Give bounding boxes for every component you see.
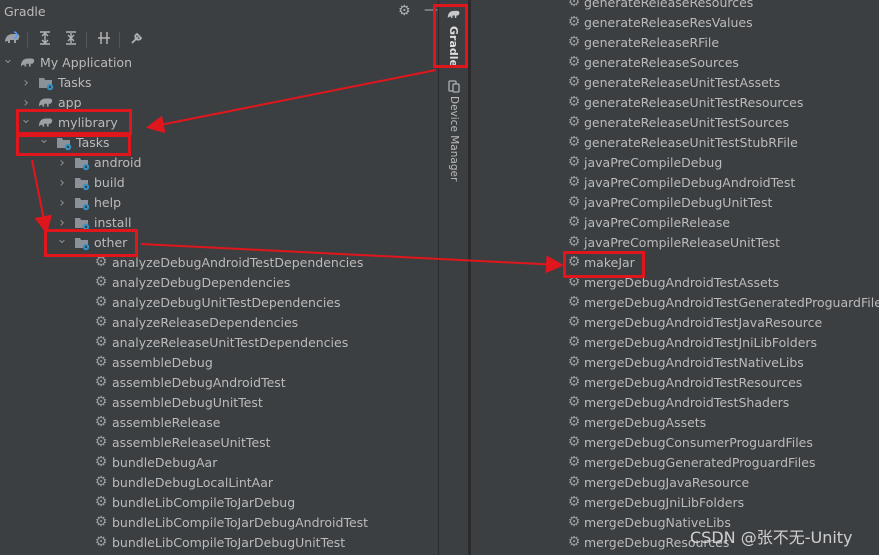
arrow-gradle-to-mylibrary [146,69,437,134]
arrow-other-to-makejar [140,243,564,274]
annotation-arrows [31,69,564,274]
watermark: CSDN @张不无-Unity [690,528,853,547]
arrow-tasks-to-other [31,159,53,234]
